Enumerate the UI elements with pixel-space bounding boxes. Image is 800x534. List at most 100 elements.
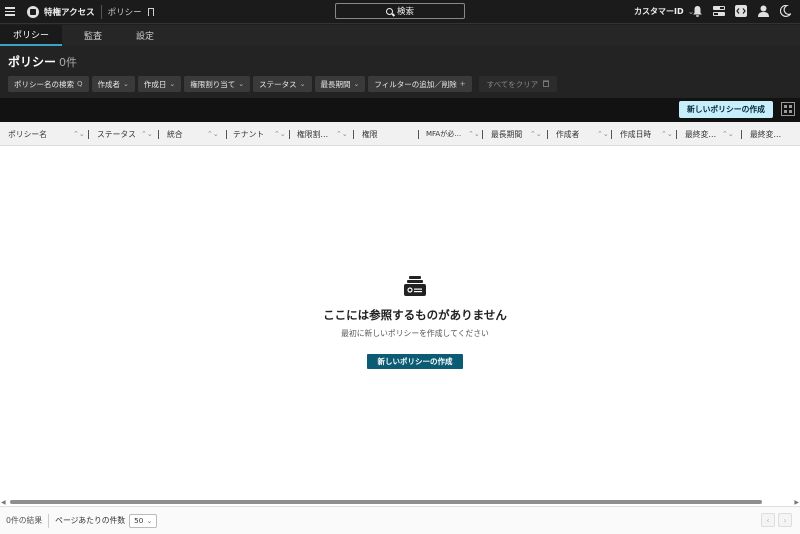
column-header-status[interactable]: ステータス ⌃⌄ [97, 122, 157, 146]
filter-label: 作成者 [97, 79, 121, 89]
chevron-down-icon: ⌄ [299, 80, 306, 88]
column-divider [289, 130, 290, 139]
column-header-permission[interactable]: 権限 [362, 122, 417, 146]
create-policy-button-top[interactable]: 新しいポリシーの作成 [679, 101, 773, 118]
add-remove-filter-button[interactable]: フィルターの追加／削除 + [368, 76, 472, 92]
create-policy-button[interactable]: 新しいポリシーの作成 [367, 354, 463, 369]
policy-name-search[interactable]: ポリシー名の検索 Q [8, 76, 89, 92]
plus-icon: + [459, 80, 466, 88]
column-label: 最終変… [750, 129, 782, 139]
sort-icon: ⌃⌄ [73, 130, 85, 138]
tab-settings[interactable]: 設定 [124, 25, 166, 46]
next-page-button[interactable]: › [778, 513, 792, 527]
sort-icon: ⌃⌄ [141, 130, 153, 138]
search-button[interactable]: 検索 [335, 3, 465, 19]
moon-icon[interactable] [778, 4, 792, 18]
column-header-creator[interactable]: 作成者 ⌃⌄ [556, 122, 611, 146]
filter-status[interactable]: ステータス ⌄ [253, 76, 312, 92]
filter-created-date[interactable]: 作成日 ⌄ [137, 76, 182, 92]
column-label: 最終変… [685, 129, 717, 139]
search-label: 検索 [396, 7, 414, 17]
column-divider [482, 130, 483, 139]
column-header-integration[interactable]: 統合 ⌃⌄ [167, 122, 225, 146]
column-label: ステータス [97, 129, 136, 139]
filter-label: ステータス [259, 79, 297, 89]
sort-icon: ⌃⌄ [274, 130, 286, 138]
empty-state-icon [404, 276, 426, 296]
search-icon [385, 7, 393, 15]
filter-permission-assignment[interactable]: 権限割り当て ⌄ [184, 76, 251, 92]
table-footer: 0件の結果 ページあたりの件数 50 ⌄ ‹ › [0, 506, 800, 534]
results-count: 0件の結果 [6, 516, 43, 525]
chevron-down-icon: ⌄ [238, 80, 245, 88]
header-divider [100, 4, 102, 19]
column-divider [611, 130, 612, 139]
top-bar: 特権アクセス ポリシー 検索 カスタマーID ⌄ [0, 0, 800, 24]
column-header-created-at[interactable]: 作成日時 ⌃⌄ [620, 122, 675, 146]
breadcrumb: ポリシー [107, 7, 142, 18]
chevron-down-icon: ⌄ [169, 80, 176, 88]
tab-policy[interactable]: ポリシー [0, 25, 62, 46]
table-header: ポリシー名 ⌃⌄ ステータス ⌃⌄ 統合 ⌃⌄ テナント ⌃⌄ 権限割… ⌃⌄ 権限 MF… [0, 122, 800, 146]
column-divider [158, 130, 159, 139]
clear-all-button[interactable]: すべてをクリア [478, 76, 558, 92]
bookmark-icon[interactable] [147, 7, 154, 16]
filter-label: 作成日 [143, 79, 167, 89]
per-page-value: 50 [134, 516, 144, 525]
column-header-last-modified-by[interactable]: 最終変… [750, 122, 798, 146]
previous-page-button[interactable]: ‹ [761, 513, 775, 527]
sort-icon: ⌃⌄ [722, 130, 734, 138]
user-icon[interactable] [756, 4, 770, 18]
tab-audit[interactable]: 監査 [62, 25, 124, 46]
footer-divider [48, 513, 50, 528]
column-header-last-modified[interactable]: 最終変… ⌃⌄ [685, 122, 740, 146]
trash-icon [543, 80, 550, 89]
search-icon: Q [77, 80, 83, 88]
scroll-left-icon[interactable]: ◀ [1, 499, 6, 506]
sort-icon: ⌃⌄ [661, 130, 673, 138]
per-page-label: ページあたりの件数 [55, 516, 126, 525]
column-settings-icon[interactable] [781, 102, 795, 116]
per-page-select[interactable]: 50 ⌄ [129, 513, 158, 528]
customer-id-label: カスタマーID [634, 7, 684, 16]
code-icon[interactable] [734, 4, 748, 18]
column-header-permission-assignment[interactable]: 権限割… ⌃⌄ [297, 122, 352, 146]
column-divider [547, 130, 548, 139]
filter-max-duration[interactable]: 最長期間 ⌄ [314, 76, 366, 92]
filter-creator[interactable]: 作成者 ⌄ [91, 76, 135, 92]
empty-state-title: ここには参照するものがありません [323, 308, 507, 322]
sort-icon: ⌃⌄ [207, 130, 219, 138]
column-label: 作成日時 [620, 129, 652, 139]
customer-id-dropdown[interactable]: カスタマーID ⌄ [634, 6, 694, 17]
chevron-down-icon: ⌄ [123, 80, 129, 88]
action-bar: 新しいポリシーの作成 [0, 98, 800, 122]
filter-label: ポリシー名の検索 [14, 79, 74, 89]
column-divider [88, 130, 89, 139]
app-title[interactable]: 特権アクセス [44, 6, 95, 18]
column-divider [418, 130, 419, 139]
result-count: 0件 [59, 56, 78, 69]
filter-label: 権限割り当て [190, 79, 236, 89]
horizontal-scrollbar[interactable]: ◀ ▶ [0, 499, 800, 506]
scrollbar-thumb[interactable] [10, 500, 762, 504]
column-header-max-duration[interactable]: 最長期間 ⌃⌄ [491, 122, 546, 146]
scroll-right-icon[interactable]: ▶ [794, 499, 799, 506]
filter-label: 最長期間 [320, 79, 351, 89]
column-header-tenant[interactable]: テナント ⌃⌄ [233, 122, 288, 146]
menu-icon[interactable] [5, 7, 23, 16]
switch-icon[interactable] [712, 4, 726, 18]
sort-icon: ⌃⌄ [597, 130, 609, 138]
column-label: 権限 [362, 129, 378, 139]
column-header-policy-name[interactable]: ポリシー名 ⌃⌄ [8, 122, 86, 146]
sort-icon: ⌃⌄ [468, 130, 480, 138]
chevron-down-icon: ⌄ [353, 80, 360, 88]
column-divider [353, 130, 354, 139]
column-label: 作成者 [556, 129, 580, 139]
filter-bar: ポリシー名の検索 Q 作成者 ⌄ 作成日 ⌄ 権限割り当て ⌄ ステータス ⌄ 最長期間 ⌄… [8, 76, 558, 92]
column-header-mfa-required[interactable]: MFAが必… ⌃⌄ [426, 122, 481, 146]
sort-icon: ⌃⌄ [530, 130, 542, 138]
chevron-down-icon: ⌄ [146, 516, 153, 525]
bell-icon[interactable] [690, 4, 704, 18]
column-divider [226, 130, 227, 139]
column-label: 統合 [167, 129, 183, 139]
